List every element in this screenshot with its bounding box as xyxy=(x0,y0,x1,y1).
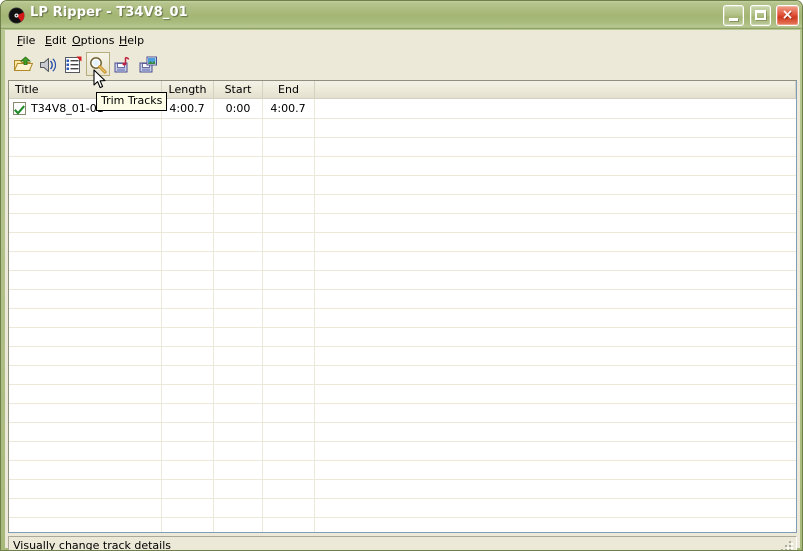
window-controls: × xyxy=(721,5,799,26)
speaker-icon xyxy=(37,55,59,75)
grid-column-line xyxy=(262,99,263,532)
menu-bar: File Edit Options Help xyxy=(5,30,800,51)
menu-item-edit[interactable]: Edit xyxy=(41,33,70,48)
menu-item-help[interactable]: Help xyxy=(115,33,148,48)
grid-column-line xyxy=(213,99,214,532)
grid-row-line xyxy=(9,479,796,480)
track-list[interactable]: Title Length Start End T34V8_01-01 4:00.… xyxy=(8,80,797,533)
grid-row-line xyxy=(9,384,796,385)
grid-row-line xyxy=(9,213,796,214)
grid-row-line xyxy=(9,365,796,366)
grid-row-line xyxy=(9,498,796,499)
menu-item-options[interactable]: Options xyxy=(68,33,118,48)
grid-row-line xyxy=(9,251,796,252)
vinyl-record-icon xyxy=(8,7,25,24)
tooltip: Trim Tracks xyxy=(96,92,168,111)
save-audio-icon xyxy=(112,55,134,75)
grid-row-line xyxy=(9,422,796,423)
track-details-button[interactable] xyxy=(61,52,85,76)
grid-row-line xyxy=(9,346,796,347)
grid-row-line xyxy=(9,403,796,404)
grid-row-line xyxy=(9,289,796,290)
open-folder-button[interactable] xyxy=(11,52,35,76)
minimize-icon xyxy=(729,18,738,21)
grid-column-line xyxy=(314,99,315,532)
status-text: Visually change track details xyxy=(13,539,172,551)
cell-length: 4:00.7 xyxy=(169,102,205,115)
save-image-icon xyxy=(137,55,159,75)
grid-row-line xyxy=(9,270,796,271)
save-audio-button[interactable] xyxy=(111,52,135,76)
grid-row-line xyxy=(9,327,796,328)
status-bar: Visually change track details xyxy=(8,536,797,551)
grid-row-line xyxy=(9,517,796,518)
column-header-extra[interactable] xyxy=(315,81,796,98)
grid-row-line xyxy=(9,232,796,233)
grid-column-line xyxy=(161,99,162,532)
maximize-icon xyxy=(754,10,766,20)
application-window: LP Ripper - T34V8_01 × File Edit Options… xyxy=(0,0,803,551)
cell-start: 0:00 xyxy=(225,102,251,115)
window-title: LP Ripper - T34V8_01 xyxy=(30,5,188,20)
grid-row-line xyxy=(9,308,796,309)
track-enabled-checkbox[interactable] xyxy=(13,102,26,115)
cell-end: 4:00.7 xyxy=(270,102,306,115)
menu-item-file[interactable]: File xyxy=(13,33,39,48)
grid-row-line xyxy=(9,194,796,195)
grid-row-line xyxy=(9,118,796,119)
toolbar xyxy=(5,50,800,78)
maximize-button[interactable] xyxy=(749,5,771,26)
track-list-body[interactable]: T34V8_01-01 4:00.7 0:00 4:00.7 xyxy=(9,99,796,532)
resize-grip[interactable] xyxy=(781,538,794,550)
grid-row-line xyxy=(9,137,796,138)
magnifier-icon xyxy=(87,55,109,75)
trim-tracks-button[interactable] xyxy=(86,52,110,76)
close-icon: × xyxy=(781,7,794,23)
track-list-icon xyxy=(62,55,84,75)
save-image-button[interactable] xyxy=(136,52,160,76)
column-header-start[interactable]: Start xyxy=(214,81,263,98)
column-header-end[interactable]: End xyxy=(263,81,315,98)
grid-row-line xyxy=(9,175,796,176)
grid-row-line xyxy=(9,460,796,461)
title-bar[interactable]: LP Ripper - T34V8_01 × xyxy=(1,1,802,29)
grid-row-line xyxy=(9,441,796,442)
minimize-button[interactable] xyxy=(723,5,744,26)
play-sound-button[interactable] xyxy=(36,52,60,76)
grid-row-line xyxy=(9,156,796,157)
column-header-length[interactable]: Length xyxy=(162,81,214,98)
close-button[interactable]: × xyxy=(776,5,799,26)
open-folder-icon xyxy=(12,55,34,75)
